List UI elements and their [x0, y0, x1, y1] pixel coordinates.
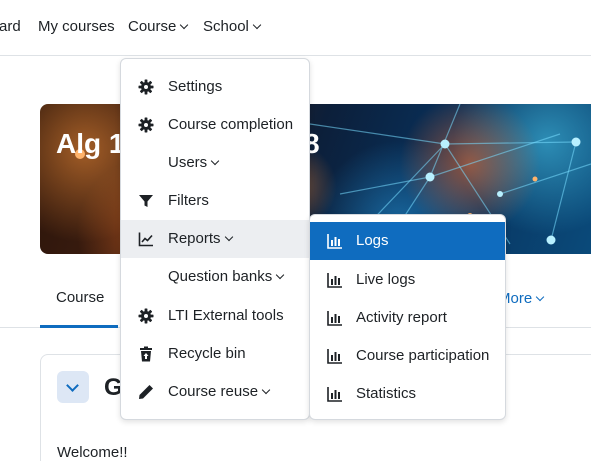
bar-chart-icon — [327, 387, 342, 402]
bar-chart-icon — [327, 234, 342, 249]
pencil-icon — [139, 385, 153, 399]
submenu-item-logs[interactable]: Logs — [310, 222, 505, 260]
menu-item-label: Course reuse — [168, 373, 271, 411]
submenu-item-statistics[interactable]: Statistics — [310, 375, 505, 413]
gear-icon — [138, 79, 154, 95]
chevron-down-icon — [210, 156, 220, 166]
menu-item-label: Recycle bin — [168, 345, 246, 362]
submenu-item-label: Statistics — [356, 385, 417, 402]
top-navigation: ard My courses Course School — [0, 0, 591, 56]
menu-item-course-completion[interactable]: Course completion — [121, 106, 309, 144]
submenu-item-label: Logs — [356, 232, 389, 249]
chevron-down-icon — [224, 232, 233, 242]
chevron-down-icon — [261, 385, 271, 395]
submenu-item-activity-report[interactable]: Activity report — [310, 299, 505, 337]
nav-link-label: School — [203, 18, 249, 35]
menu-item-label: Course completion — [168, 116, 294, 133]
menu-item-label: LTI External tools — [168, 307, 284, 324]
menu-item-reports[interactable]: Reports — [121, 220, 309, 258]
nav-dropdown-school[interactable]: School — [203, 17, 262, 37]
menu-item-users[interactable]: Users — [121, 144, 309, 182]
menu-item-course-reuse[interactable]: Course reuse — [121, 373, 309, 411]
gear-icon — [138, 117, 154, 133]
bar-chart-icon — [327, 349, 342, 364]
submenu-item-live-logs[interactable]: Live logs — [310, 261, 505, 299]
menu-item-text: Users — [168, 154, 208, 171]
nav-link-my-courses[interactable]: My courses — [38, 17, 115, 37]
chevron-down-icon — [66, 379, 79, 392]
submenu-item-label: Live logs — [356, 271, 416, 288]
chart-line-icon — [138, 232, 153, 247]
chevron-down-icon — [180, 20, 189, 30]
submenu-item-course-participation[interactable]: Course participation — [310, 337, 505, 375]
menu-item-label: Settings — [168, 78, 223, 95]
menu-item-label: Users — [168, 144, 220, 182]
bar-chart-icon — [327, 273, 342, 288]
submenu-item-label: Activity report — [356, 309, 447, 326]
nav-link-dashboard[interactable]: ard — [0, 17, 21, 37]
trash-restore-icon — [140, 346, 152, 362]
bar-chart-icon — [327, 311, 342, 326]
reports-submenu: Logs Live logs Activity report Course pa… — [309, 214, 506, 420]
filter-icon — [139, 195, 153, 207]
nav-link-label: ard — [0, 18, 21, 35]
section-collapse-button[interactable] — [57, 371, 89, 403]
menu-item-label: Filters — [168, 192, 209, 209]
menu-item-label: Reports — [168, 220, 233, 258]
welcome-text: Welcome!! — [57, 444, 128, 461]
chevron-down-icon — [535, 292, 545, 302]
menu-item-text: Question banks — [168, 268, 273, 285]
menu-item-text: Course reuse — [168, 383, 259, 400]
menu-item-text: Reports — [168, 230, 221, 247]
gear-icon — [138, 308, 154, 324]
chevron-down-icon — [275, 270, 285, 280]
course-dropdown-menu: Settings Course completion Users Filters… — [120, 58, 310, 420]
menu-item-recycle-bin[interactable]: Recycle bin — [121, 335, 309, 373]
menu-item-settings[interactable]: Settings — [121, 68, 309, 106]
menu-item-lti-external-tools[interactable]: LTI External tools — [121, 297, 309, 335]
menu-item-question-banks[interactable]: Question banks — [121, 258, 309, 296]
course-title: Alg 1 — [56, 128, 125, 159]
submenu-item-label: Course participation — [356, 347, 490, 364]
menu-item-label: Question banks — [168, 258, 285, 296]
nav-link-label: My courses — [38, 18, 115, 35]
nav-dropdown-course[interactable]: Course — [128, 17, 189, 37]
menu-item-filters[interactable]: Filters — [121, 182, 309, 220]
chevron-down-icon — [252, 20, 262, 30]
nav-link-label: Course — [128, 18, 177, 35]
tab-course[interactable]: Course — [40, 270, 118, 328]
